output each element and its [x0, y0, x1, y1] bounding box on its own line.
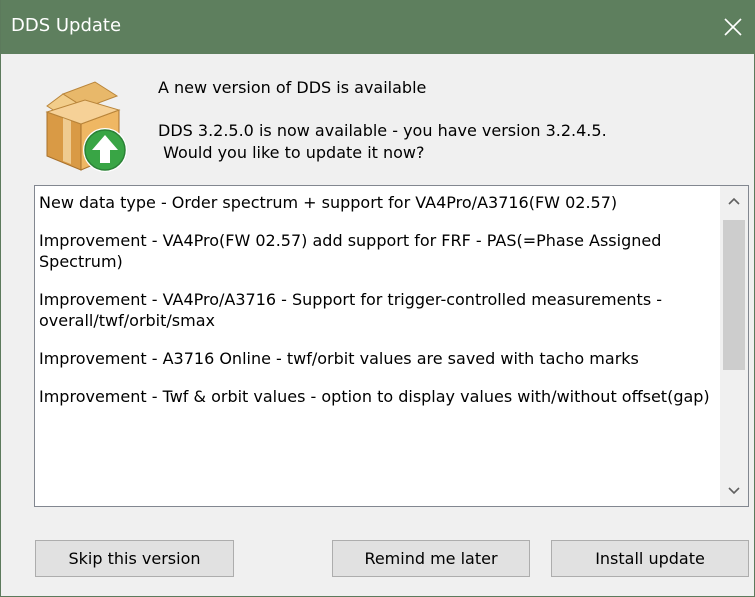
- scroll-thumb[interactable]: [723, 220, 745, 370]
- remind-later-button[interactable]: Remind me later: [332, 540, 530, 577]
- close-button[interactable]: [710, 0, 755, 54]
- update-message: DDS 3.2.5.0 is now available - you have …: [158, 120, 607, 164]
- release-note-item: New data type - Order spectrum + support…: [39, 193, 618, 212]
- update-message-line-2: Would you like to update it now?: [158, 143, 425, 162]
- release-notes-box[interactable]: New data type - Order spectrum + support…: [34, 185, 749, 507]
- package-update-icon: [33, 72, 137, 176]
- chevron-up-icon: [728, 197, 740, 205]
- update-dialog: DDS Update A new version of DDS is avail…: [0, 0, 755, 597]
- skip-version-button[interactable]: Skip this version: [35, 540, 234, 577]
- scroll-down-button[interactable]: [720, 476, 748, 506]
- title-bar[interactable]: DDS Update: [1, 0, 755, 54]
- chevron-down-icon: [728, 487, 740, 495]
- release-note-item: Improvement - Twf & orbit values - optio…: [39, 387, 710, 406]
- close-icon: [724, 18, 742, 36]
- update-heading: A new version of DDS is available: [158, 78, 427, 97]
- release-note-item: Improvement - VA4Pro/A3716 - Support for…: [39, 290, 663, 330]
- install-update-button[interactable]: Install update: [551, 540, 749, 577]
- release-notes-list: New data type - Order spectrum + support…: [39, 192, 719, 424]
- window-title: DDS Update: [11, 15, 122, 36]
- release-note-item: Improvement - VA4Pro(FW 02.57) add suppo…: [39, 231, 662, 271]
- update-message-line-1: DDS 3.2.5.0 is now available - you have …: [158, 121, 607, 140]
- scroll-up-button[interactable]: [720, 186, 748, 216]
- vertical-scrollbar[interactable]: [720, 186, 748, 506]
- release-note-item: Improvement - A3716 Online - twf/orbit v…: [39, 349, 639, 368]
